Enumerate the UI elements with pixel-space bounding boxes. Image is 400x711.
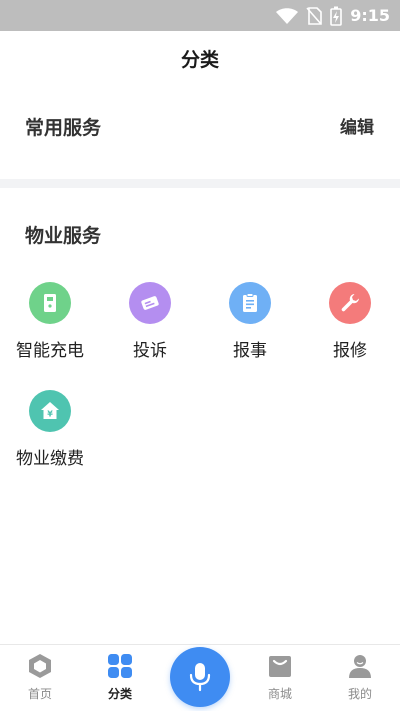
status-time: 9:15 <box>350 6 390 25</box>
battery-charging-icon <box>330 6 343 26</box>
tab-category[interactable]: 分类 <box>80 645 160 711</box>
clipboard-icon <box>229 282 271 324</box>
service-property-payment[interactable]: ¥ 物业缴费 <box>0 390 100 486</box>
complaint-ticket-icon <box>129 282 171 324</box>
section-divider <box>0 179 400 188</box>
wrench-icon <box>329 282 371 324</box>
common-services-title: 常用服务 <box>25 117 102 139</box>
service-complaint[interactable]: 投诉 <box>100 282 200 378</box>
tab-label: 商城 <box>267 687 292 701</box>
microphone-icon <box>189 663 211 692</box>
edit-button[interactable]: 编辑 <box>340 113 374 138</box>
service-label: 投诉 <box>133 341 167 361</box>
common-services-section: 常用服务 编辑 <box>0 89 400 179</box>
user-icon <box>349 655 371 678</box>
shopping-bag-icon <box>269 656 291 677</box>
header: 分类 <box>0 31 400 89</box>
svg-text:¥: ¥ <box>47 410 53 419</box>
service-label: 智能充电 <box>16 341 84 361</box>
charging-pile-icon <box>29 282 71 324</box>
wifi-icon <box>276 7 299 24</box>
service-repair[interactable]: 报修 <box>300 282 400 378</box>
tab-home[interactable]: 首页 <box>0 645 80 711</box>
tab-mall[interactable]: 商城 <box>240 645 320 711</box>
tab-mine[interactable]: 我的 <box>320 645 400 711</box>
service-report[interactable]: 报事 <box>200 282 300 378</box>
service-label: 报修 <box>333 341 367 361</box>
home-hexagon-icon <box>29 654 51 678</box>
service-label: 报事 <box>233 341 267 361</box>
property-services-title: 物业服务 <box>25 225 102 247</box>
category-grid-icon <box>108 654 132 678</box>
tab-label: 分类 <box>107 687 132 701</box>
house-yen-icon: ¥ <box>29 390 71 432</box>
voice-button[interactable] <box>170 647 230 707</box>
status-bar: 9:15 <box>0 0 400 31</box>
tab-label: 我的 <box>347 687 372 701</box>
service-smart-charging[interactable]: 智能充电 <box>0 282 100 378</box>
tab-label: 首页 <box>27 687 52 701</box>
no-sim-icon <box>306 6 323 25</box>
property-services-section: 物业服务 智能充电 投诉 报事 报修 ¥ 物业缴费 <box>0 188 400 644</box>
page-title: 分类 <box>180 49 219 71</box>
service-label: 物业缴费 <box>16 449 84 469</box>
